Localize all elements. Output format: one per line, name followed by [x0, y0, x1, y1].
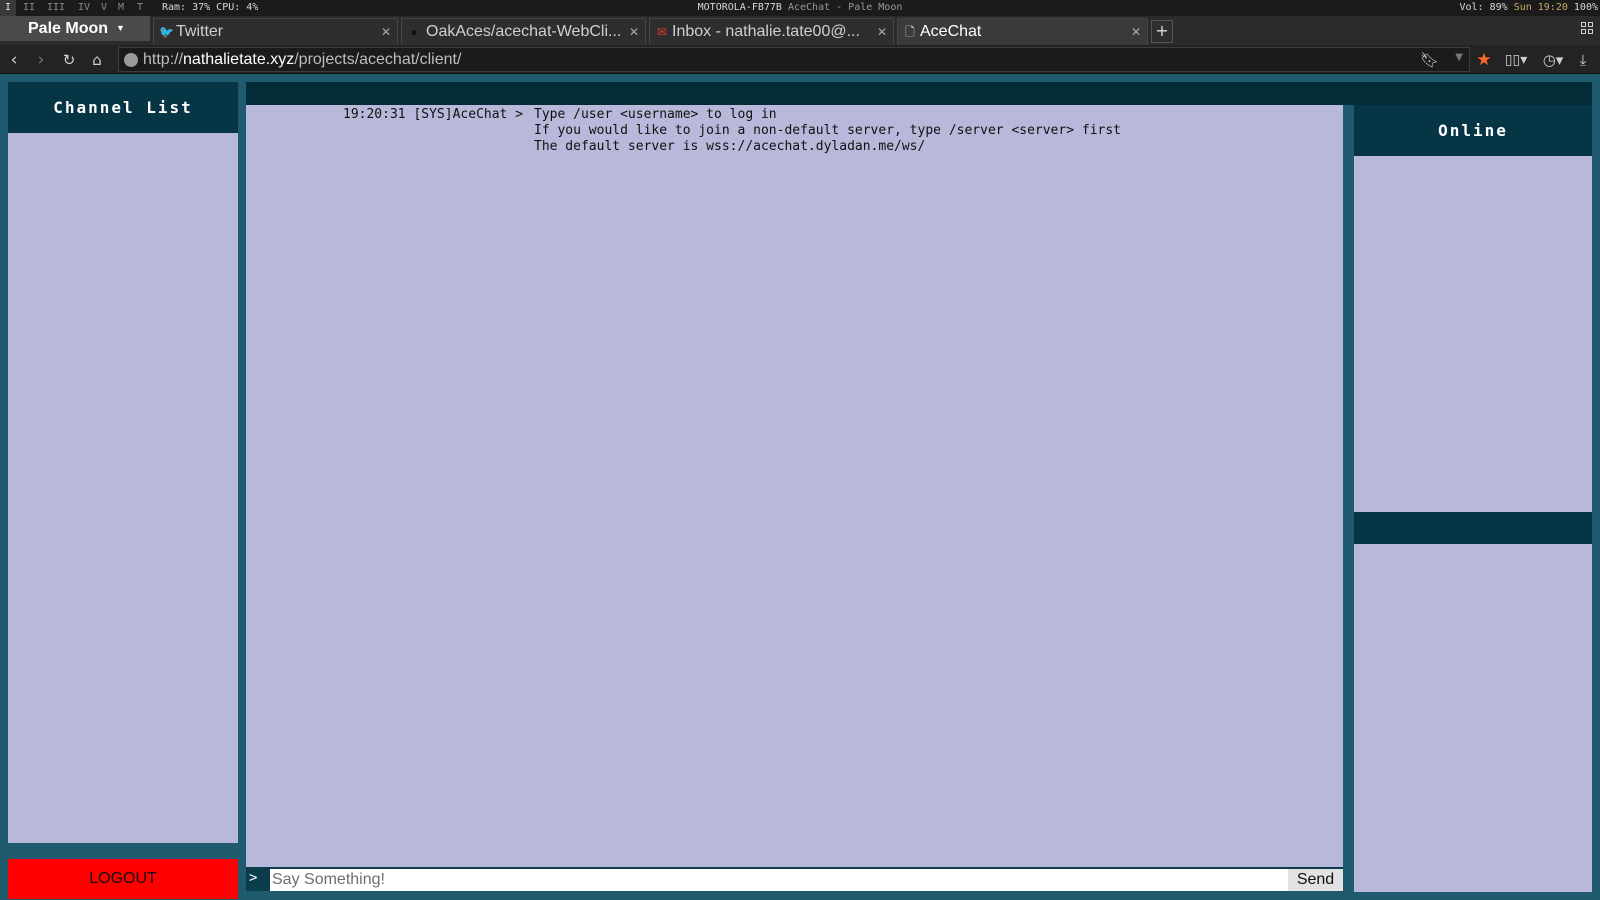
panel-divider — [1354, 512, 1592, 544]
close-icon[interactable]: ✕ — [381, 19, 391, 45]
message-timestamp: 19:20:31 — [343, 107, 406, 122]
download-icon[interactable]: ⤓ — [1572, 49, 1594, 71]
online-panel: Online — [1354, 105, 1592, 892]
star-icon[interactable]: ★ — [1473, 49, 1495, 71]
new-tab-button[interactable]: + — [1151, 20, 1173, 43]
system-status-bar: I II III IV V M T Ram: 37% CPU: 4% MOTOR… — [0, 0, 1600, 16]
online-title: Online — [1354, 105, 1592, 156]
address-bar[interactable]: http://nathalietate.xyz/projects/acechat… — [118, 47, 1470, 72]
active-window-title: AceChat - Pale Moon — [787, 2, 903, 13]
gmail-icon: ✉ — [656, 25, 668, 39]
input-prompt: > — [249, 870, 258, 886]
message-input-row: > Send — [246, 867, 1343, 891]
online-users-list[interactable] — [1354, 156, 1592, 512]
channel-panel: Channel List LOGOUT — [8, 82, 238, 899]
channel-list[interactable] — [8, 133, 238, 843]
github-icon: ● — [410, 25, 418, 39]
secondary-panel — [1354, 544, 1592, 892]
tab-label: Twitter — [176, 23, 224, 40]
close-icon[interactable]: ✕ — [1131, 19, 1141, 45]
url-text[interactable]: http://nathalietate.xyz/projects/acechat… — [143, 48, 461, 71]
reader-view-icon[interactable]: ▯▯▾ — [1502, 49, 1530, 71]
status-right: Vol: 89% Sun 19:20 100% — [1459, 0, 1598, 16]
chevron-down-icon[interactable]: ▼ — [1455, 52, 1463, 63]
tab-strip: Pale Moon ▼ 🐦 Twitter ✕ ● OakAces/acechat… — [0, 16, 1600, 45]
app-menu-label: Pale Moon — [28, 20, 109, 37]
message-input[interactable] — [270, 869, 1288, 891]
tab-github[interactable]: ● OakAces/acechat-WebCli... ✕ — [401, 18, 646, 45]
send-button[interactable]: Send — [1288, 869, 1343, 891]
forward-icon[interactable]: › — [30, 49, 52, 71]
acechat-page: Channel List LOGOUT 19:20:31 [SYS]AceCha… — [0, 74, 1600, 900]
tab-groups-icon[interactable] — [1581, 22, 1594, 35]
message-sender: [SYS]AceChat — [413, 107, 508, 122]
page-icon: 🗋 — [905, 25, 915, 39]
tab-label: Inbox - nathalie.tate00@... — [672, 23, 860, 40]
top-bar — [246, 82, 1592, 105]
tab-label: AceChat — [920, 23, 982, 40]
channel-list-title: Channel List — [8, 82, 238, 133]
close-icon[interactable]: ✕ — [877, 19, 887, 45]
history-icon[interactable]: ◷▾ — [1539, 49, 1567, 71]
chat-message: 19:20:31 [SYS]AceChat > Type /user <user… — [343, 107, 1121, 154]
tab-twitter[interactable]: 🐦 Twitter ✕ — [153, 18, 398, 45]
clock: Sun 19:20 — [1513, 2, 1568, 13]
tab-acechat[interactable]: 🗋 AceChat ✕ — [897, 18, 1148, 45]
window-title: MOTOROLA-FB77B AceChat - Pale Moon — [0, 0, 1600, 16]
message-line: Type /user <username> to log in — [534, 107, 777, 122]
twitter-icon: 🐦 — [159, 25, 174, 39]
chevron-down-icon: ▼ — [116, 23, 125, 33]
back-icon[interactable]: ‹ — [3, 49, 25, 71]
reload-icon[interactable]: ↻ — [58, 49, 80, 71]
app-menu-button[interactable]: Pale Moon ▼ — [0, 16, 150, 41]
close-icon[interactable]: ✕ — [629, 19, 639, 45]
message-line: If you would like to join a non-default … — [534, 123, 1121, 138]
battery-indicator: 100% — [1573, 2, 1598, 13]
home-icon[interactable]: ⌂ — [86, 49, 108, 71]
main-area: 19:20:31 [SYS]AceChat > Type /user <user… — [246, 82, 1592, 892]
tab-inbox[interactable]: ✉ Inbox - nathalie.tate00@... ✕ — [649, 18, 894, 45]
tab-label: OakAces/acechat-WebCli... — [426, 23, 622, 40]
globe-icon — [124, 53, 138, 67]
logout-button[interactable]: LOGOUT — [8, 859, 238, 899]
bookmark-icon[interactable]: 🔖︎ — [1420, 51, 1439, 69]
message-line: The default server is wss://acechat.dyla… — [534, 139, 926, 154]
navigation-bar: ‹ › ↻ ⌂ http://nathalietate.xyz/projects… — [0, 45, 1600, 74]
network-name: MOTOROLA-FB77B — [697, 2, 782, 13]
chat-log[interactable]: 19:20:31 [SYS]AceChat > Type /user <user… — [246, 105, 1343, 867]
volume-indicator: Vol: 89% — [1459, 2, 1508, 13]
